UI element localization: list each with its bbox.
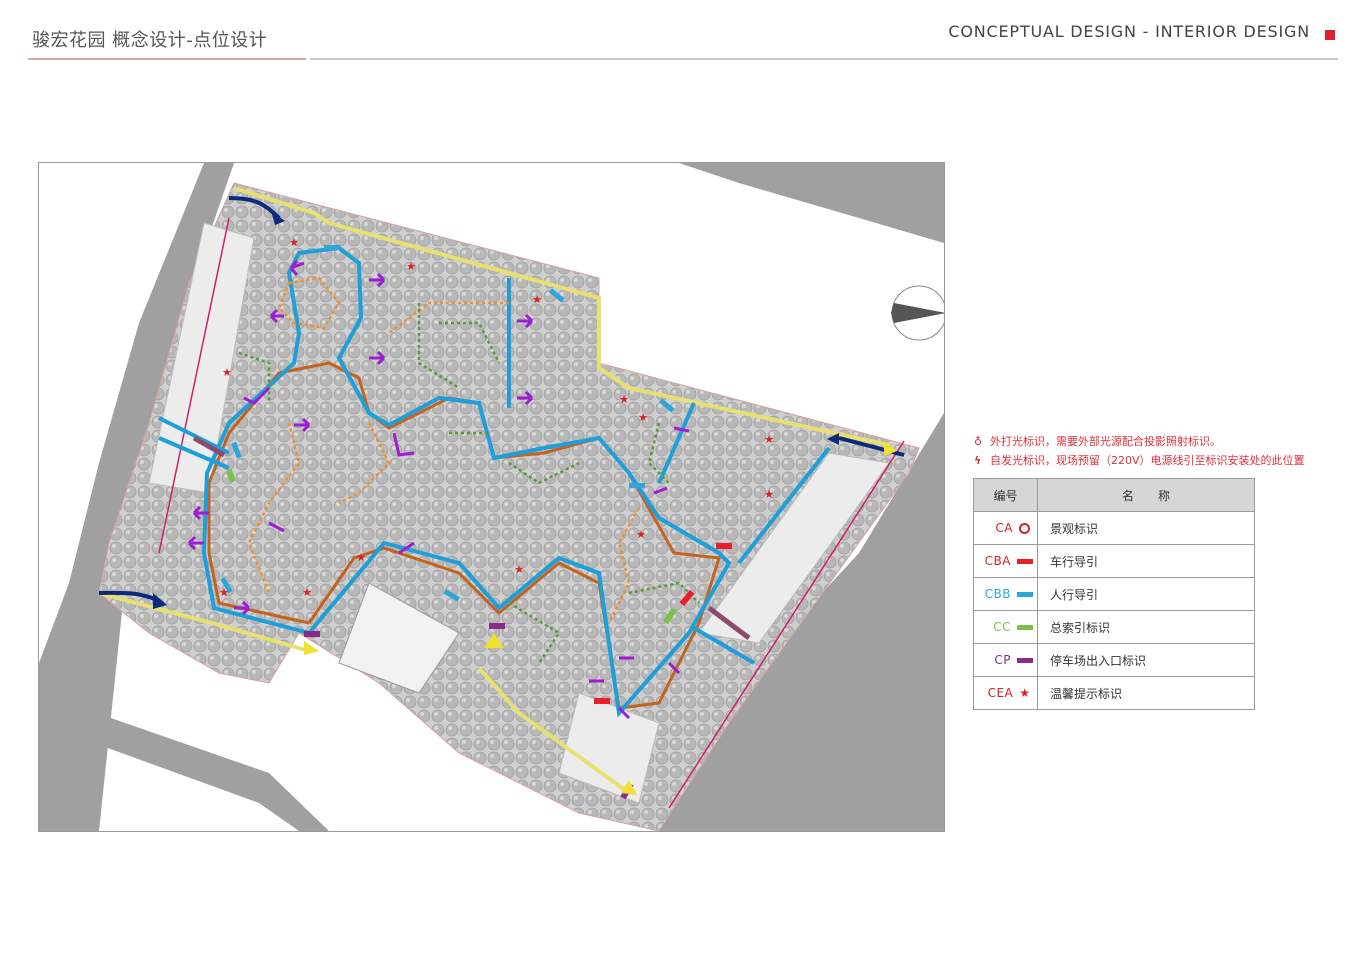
- note-text: 自发光标识，现场预留（220V）电源线引至标识安装处的此位置: [990, 454, 1305, 467]
- ring-icon: [1019, 523, 1030, 534]
- header-rule: [310, 58, 1338, 60]
- cp-sign: [489, 623, 505, 629]
- cea-star: ★: [302, 586, 312, 599]
- cea-star: ★: [289, 236, 299, 249]
- cba-sign: [594, 698, 610, 704]
- cbb-sign: [324, 245, 340, 250]
- cbb-sign: [629, 483, 645, 488]
- north-arrow-icon: [891, 285, 944, 341]
- legend-code: CBA: [984, 554, 1011, 568]
- main-road-north: [679, 163, 944, 243]
- legend-code: CC: [993, 620, 1011, 634]
- legend-row-cp: CP 停车场出入口标识: [973, 643, 1255, 677]
- legend-row-cbb: CBB 人行导引: [973, 577, 1255, 611]
- legend-code: CA: [995, 521, 1013, 535]
- cea-star: ★: [532, 293, 542, 306]
- legend-row-cba: CBA 车行导引: [973, 544, 1255, 578]
- legend-header-name: 名 称: [1037, 478, 1255, 512]
- title-accent-square: [1325, 30, 1335, 40]
- bulb-outline-icon: ♁: [974, 435, 983, 448]
- legend-code: CEA: [987, 685, 1014, 700]
- cea-star: ★: [619, 393, 629, 406]
- legend-name: 总索引标识: [1037, 610, 1255, 644]
- cea-star: ★: [219, 586, 229, 599]
- red-bar-icon: [1017, 559, 1033, 564]
- notes-section: ♁ 外打光标识，需要外部光源配合投影照射标识。 ϟ 自发光标识，现场预留（220…: [974, 432, 1305, 470]
- cea-star: ★: [636, 528, 646, 541]
- legend-table: 编号 名 称 CA 景观标识 CBA 车行导引 CBB 人行导引 CC 总索引标…: [973, 478, 1255, 710]
- lightning-icon: ϟ: [974, 454, 982, 467]
- cea-star: ★: [406, 260, 416, 273]
- cea-star: ★: [764, 433, 774, 446]
- legend-row-ca: CA 景观标识: [973, 511, 1255, 545]
- cea-star: ★: [514, 563, 524, 576]
- legend-row-cc: CC 总索引标识: [973, 610, 1255, 644]
- legend-name: 景观标识: [1037, 511, 1255, 545]
- star-icon: ★: [1019, 686, 1030, 701]
- note-text: 外打光标识，需要外部光源配合投影照射标识。: [990, 435, 1221, 448]
- green-bar-icon: [1017, 625, 1033, 630]
- legend-row-cea: CEA ★ 温馨提示标识: [973, 676, 1255, 710]
- blue-bar-icon: [1017, 592, 1033, 597]
- note-self-light: ϟ 自发光标识，现场预留（220V）电源线引至标识安装处的此位置: [974, 451, 1305, 470]
- cea-star: ★: [356, 551, 366, 564]
- cea-star: ★: [638, 411, 648, 424]
- legend-code: CP: [994, 653, 1011, 667]
- cea-star: ★: [222, 366, 232, 379]
- page-title-cn: 骏宏花园 概念设计-点位设计: [32, 30, 268, 51]
- note-external-light: ♁ 外打光标识，需要外部光源配合投影照射标识。: [974, 432, 1305, 451]
- legend-name: 停车场出入口标识: [1037, 643, 1255, 677]
- purple-bar-icon: [1017, 658, 1033, 663]
- header-rule-accent: [28, 58, 306, 60]
- legend-header-row: 编号 名 称: [973, 478, 1255, 512]
- legend-name: 人行导引: [1037, 577, 1255, 611]
- site-plan-map: ★ ★ ★ ★ ★ ★ ★ ★ ★ ★ ★ ★ ★: [38, 162, 945, 832]
- legend-name: 车行导引: [1037, 544, 1255, 578]
- cp-sign: [304, 631, 320, 637]
- legend-code: CBB: [984, 587, 1011, 601]
- cea-star: ★: [764, 488, 774, 501]
- cba-sign: [716, 543, 732, 549]
- legend-header-code: 编号: [973, 478, 1038, 512]
- page-title-en: CONCEPTUAL DESIGN - INTERIOR DESIGN: [948, 22, 1310, 41]
- legend-name: 温馨提示标识: [1037, 676, 1255, 710]
